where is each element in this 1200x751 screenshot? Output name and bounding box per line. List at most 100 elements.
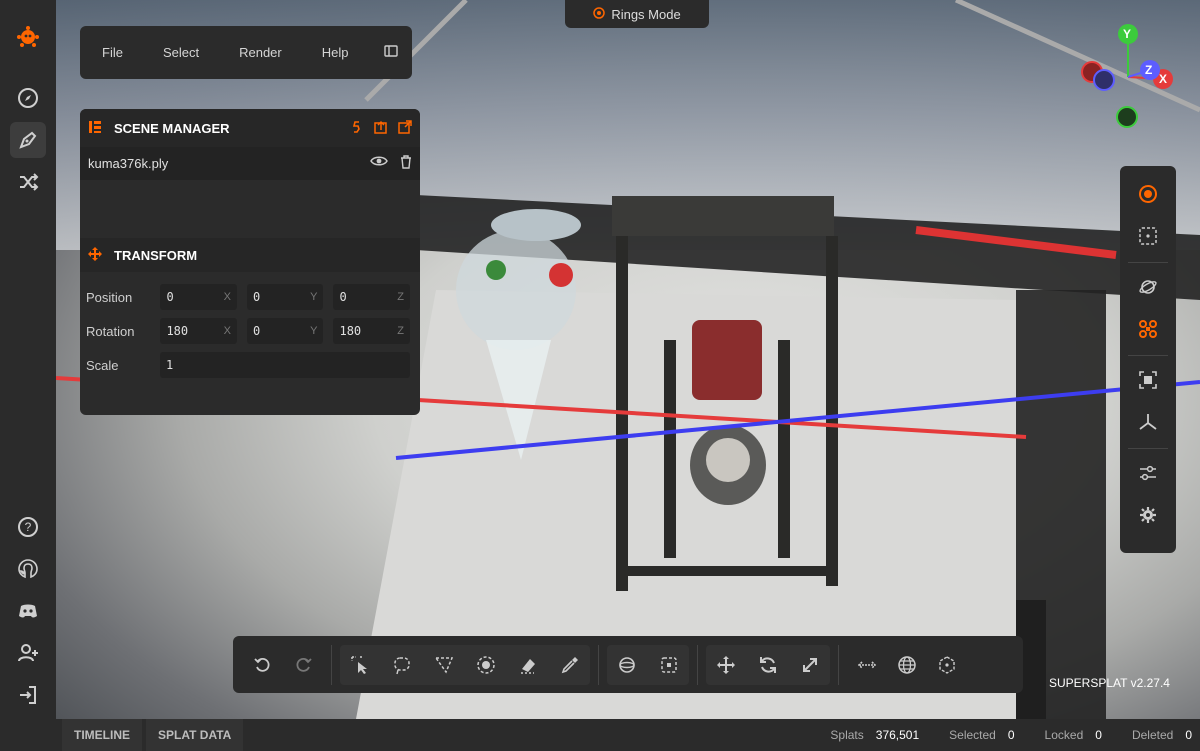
fly-drone-icon[interactable] bbox=[1130, 311, 1166, 347]
frame-selection-icon[interactable] bbox=[1130, 362, 1166, 398]
github-icon[interactable] bbox=[10, 551, 46, 587]
rotate-tool-icon[interactable] bbox=[748, 645, 788, 685]
rotation-y-value: 0 bbox=[252, 324, 261, 338]
toggle-panel-icon[interactable] bbox=[384, 45, 398, 60]
delete-trash-icon[interactable] bbox=[400, 155, 412, 172]
export-icon[interactable] bbox=[398, 119, 412, 137]
discord-icon[interactable] bbox=[10, 593, 46, 629]
scene-manager-panel: SCENE MANAGER kuma376k.ply TRANSFORM Pos… bbox=[80, 109, 420, 415]
timeline-tab[interactable]: TIMELINE bbox=[62, 719, 142, 751]
svg-text:?: ? bbox=[25, 520, 32, 534]
sphere-select-icon[interactable] bbox=[466, 645, 506, 685]
stat-deleted-value: 0 bbox=[1185, 728, 1192, 742]
orientation-gizmo[interactable]: Y Z X bbox=[1078, 22, 1178, 132]
main-menu: File Select Render Help bbox=[80, 26, 412, 79]
menu-render[interactable]: Render bbox=[239, 45, 282, 60]
box-select-icon[interactable] bbox=[649, 645, 689, 685]
eraser-icon[interactable] bbox=[508, 645, 548, 685]
left-toolbar: ? bbox=[0, 0, 56, 719]
position-x-input[interactable]: 0X bbox=[160, 284, 237, 310]
reset-icon[interactable] bbox=[350, 120, 364, 137]
compass-icon[interactable] bbox=[10, 80, 46, 116]
rotation-z-input[interactable]: 180 Z bbox=[333, 318, 410, 344]
lasso-select-icon[interactable] bbox=[382, 645, 422, 685]
scene-list-icon bbox=[88, 120, 102, 137]
rotation-x-input[interactable]: 180 X bbox=[160, 318, 237, 344]
position-z-input[interactable]: 0Z bbox=[333, 284, 410, 310]
world-space-globe-icon[interactable] bbox=[887, 645, 927, 685]
transform-header: TRANSFORM bbox=[80, 238, 420, 272]
gizmo-y-label: Y bbox=[1123, 27, 1132, 41]
stat-selected: Selected 0 bbox=[949, 728, 1014, 742]
selection-tools bbox=[340, 644, 590, 685]
sphere-icon[interactable] bbox=[607, 645, 647, 685]
polygon-select-icon[interactable] bbox=[424, 645, 464, 685]
position-z-value: 0 bbox=[339, 290, 347, 304]
menu-file[interactable]: File bbox=[102, 45, 123, 60]
move-arrows-icon bbox=[88, 246, 102, 264]
visibility-eye-icon[interactable] bbox=[370, 155, 388, 172]
shuffle-icon[interactable] bbox=[10, 164, 46, 200]
rotation-z-value: 180 bbox=[339, 324, 362, 338]
gizmo-z-label: Z bbox=[1145, 63, 1153, 77]
undo-icon[interactable] bbox=[243, 645, 283, 685]
scene-list-item[interactable]: kuma376k.ply bbox=[80, 147, 420, 180]
rings-mode-icon bbox=[593, 6, 606, 22]
axis-z-label: Z bbox=[397, 291, 404, 303]
rings-mode-button[interactable] bbox=[1130, 176, 1166, 212]
menu-select[interactable]: Select bbox=[163, 45, 199, 60]
pen-tool-icon[interactable] bbox=[10, 122, 46, 158]
gizmo-x-label: X bbox=[1159, 72, 1168, 86]
app-version: SUPERSPLAT v2.27.4 bbox=[1049, 676, 1170, 690]
add-user-icon[interactable] bbox=[10, 635, 46, 671]
scale-input[interactable]: 1 bbox=[160, 352, 410, 378]
rotation-x-value: 180 bbox=[166, 324, 189, 338]
stat-locked: Locked 0 bbox=[1045, 728, 1102, 742]
gizmo-neg-z[interactable] bbox=[1093, 69, 1115, 91]
axis-z-label: Z bbox=[397, 325, 404, 337]
axis-x-label: X bbox=[223, 325, 231, 337]
scale-tool-icon[interactable] bbox=[790, 645, 830, 685]
transform-title: TRANSFORM bbox=[114, 247, 198, 263]
stat-splats: Splats 376,501 bbox=[830, 728, 919, 742]
help-icon[interactable]: ? bbox=[10, 509, 46, 545]
picker-select-icon[interactable] bbox=[340, 645, 380, 685]
redo-icon[interactable] bbox=[283, 645, 323, 685]
scale-value: 1 bbox=[166, 358, 174, 372]
scale-label: Scale bbox=[86, 357, 119, 373]
transform-tools bbox=[706, 644, 830, 685]
position-y-input[interactable]: 0Y bbox=[246, 284, 324, 310]
axis-y-label: Y bbox=[310, 291, 318, 303]
settings-gear-icon[interactable] bbox=[1130, 497, 1166, 533]
edit-toolbar bbox=[233, 636, 1023, 693]
position-label: Position bbox=[86, 289, 133, 305]
stat-splats-value: 376,501 bbox=[875, 728, 920, 742]
local-space-cube-icon[interactable] bbox=[927, 645, 967, 685]
sliders-icon[interactable] bbox=[1130, 455, 1166, 491]
scale-row: Scale 1 bbox=[80, 348, 420, 382]
position-x-value: 0 bbox=[166, 290, 174, 304]
app-logo-icon[interactable] bbox=[10, 18, 46, 54]
measure-icon[interactable] bbox=[847, 645, 887, 685]
right-toolbar bbox=[1120, 166, 1176, 553]
eyedropper-icon[interactable] bbox=[550, 645, 590, 685]
orbit-icon[interactable] bbox=[1130, 269, 1166, 305]
scene-manager-header: SCENE MANAGER bbox=[80, 109, 420, 147]
shape-tools bbox=[607, 644, 689, 685]
stat-locked-label: Locked bbox=[1044, 728, 1084, 742]
position-row: Position 0X 0Y 0Z bbox=[80, 280, 420, 314]
stat-selected-value: 0 bbox=[1007, 728, 1015, 742]
reset-axes-icon[interactable] bbox=[1130, 404, 1166, 440]
stat-locked-value: 0 bbox=[1095, 728, 1102, 742]
scene-item-name: kuma376k.ply bbox=[88, 156, 169, 171]
scene-manager-title: SCENE MANAGER bbox=[114, 120, 230, 136]
login-icon[interactable] bbox=[10, 677, 46, 713]
gizmo-neg-y[interactable] bbox=[1116, 106, 1138, 128]
stat-splats-label: Splats bbox=[830, 728, 864, 742]
import-icon[interactable] bbox=[374, 120, 388, 137]
rotation-y-input[interactable]: 0Y bbox=[246, 318, 324, 344]
splat-data-tab[interactable]: SPLAT DATA bbox=[146, 719, 244, 751]
centers-mode-icon[interactable] bbox=[1130, 218, 1166, 254]
move-tool-icon[interactable] bbox=[706, 645, 746, 685]
menu-help[interactable]: Help bbox=[322, 45, 349, 60]
